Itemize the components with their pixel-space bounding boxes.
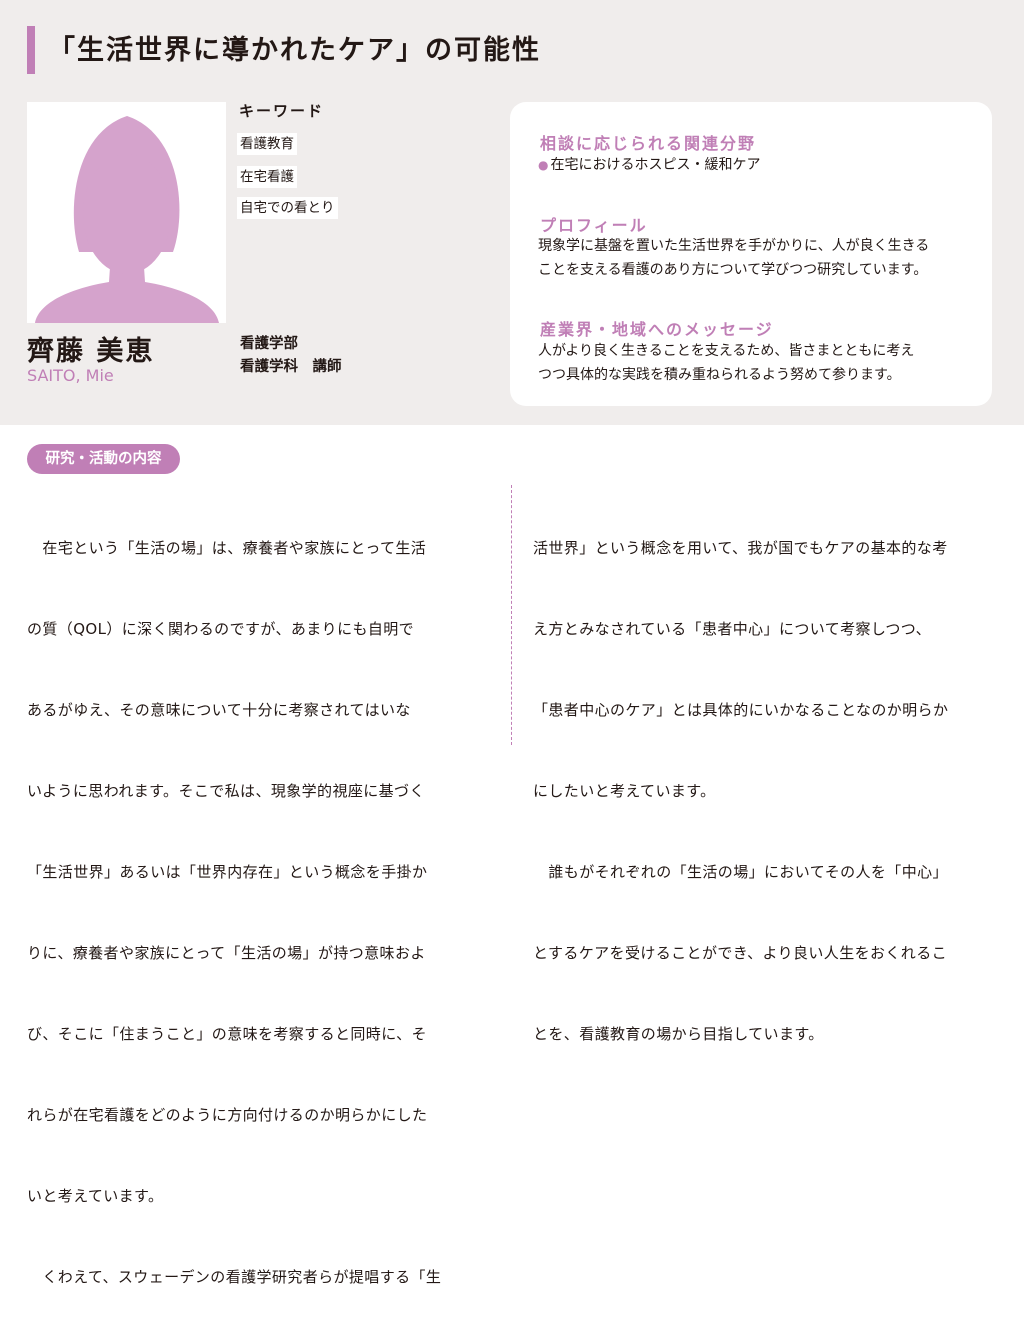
fields-item: ● 在宅におけるホスピス・緩和ケア (538, 157, 761, 173)
person-silhouette-icon (35, 116, 219, 323)
keyword-tag: 看護教育 (237, 133, 297, 155)
message-heading: 産業界・地域へのメッセージ (540, 320, 774, 339)
text-line: 活世界」という概念を用いて、我が国でもケアの基本的な考 (533, 539, 948, 557)
text-line: いように思われます。そこで私は、現象学的視座に基づく (27, 782, 425, 800)
profile-text-line: 現象学に基盤を置いた生活世界を手がかりに、人が良く生きる (538, 238, 930, 254)
research-text-right: 活世界」という概念を用いて、我が国でもケアの基本的な考 え方とみなされている「患… (533, 481, 948, 1075)
profile-text-line: ことを支える看護のあり方について学びつつ研究しています。 (538, 262, 928, 278)
faculty-label: 看護学部 (240, 336, 298, 352)
bullet-icon: ● (538, 158, 549, 172)
person-name-roman: SAITO, Mie (27, 366, 114, 385)
keyword-tag: 在宅看護 (237, 166, 297, 188)
info-card: 相談に応じられる関連分野 ● 在宅におけるホスピス・緩和ケア プロフィール 現象学… (510, 102, 992, 406)
keywords-heading: キーワード (239, 102, 325, 120)
fields-heading: 相談に応じられる関連分野 (540, 134, 757, 153)
text-line: りに、療養者や家族にとって「生活の場」が持つ意味およ (27, 944, 426, 962)
research-text-left: 在宅という「生活の場」は、療養者や家族にとって生活 の質（QOL）に深く関わるの… (27, 481, 441, 1318)
text-line: あるがゆえ、その意味について十分に考察されてはいな (27, 701, 411, 719)
department-label: 看護学科 講師 (240, 359, 342, 375)
message-text-line: 人がより良く生きることを支えるため、皆さまとともに考え (538, 343, 915, 359)
text-line: の質（QOL）に深く関わるのですが、あまりにも自明で (27, 620, 415, 638)
text-line: え方とみなされている「患者中心」について考察しつつ、 (533, 620, 932, 638)
text-line: いと考えています。 (27, 1187, 164, 1205)
keyword-tag: 自宅での看とり (237, 197, 338, 219)
person-name: 齊藤 美恵 (27, 336, 155, 367)
message-text-line: つつ具体的な実践を積み重ねられるよう努めて参ります。 (538, 367, 901, 383)
text-line: 「患者中心のケア」とは具体的にいかなることなのか明らか (533, 701, 949, 719)
text-line: れらが在宅看護をどのように方向付けるのか明らかにした (27, 1106, 428, 1124)
research-badge: 研究・活動の内容 (27, 444, 180, 474)
text-line: 在宅という「生活の場」は、療養者や家族にとって生活 (27, 539, 427, 557)
profile-heading: プロフィール (540, 216, 648, 235)
text-line: とするケアを受けることができ、より良い人生をおくれるこ (533, 944, 948, 962)
profile-photo (27, 102, 226, 323)
text-line: とを、看護教育の場から目指しています。 (533, 1025, 824, 1043)
text-line: 「生活世界」あるいは「世界内存在」という概念を手掛か (27, 863, 428, 881)
text-line: にしたいと考えています。 (533, 782, 716, 800)
text-line: くわえて、スウェーデンの看護学研究者らが提唱する「生 (27, 1268, 442, 1286)
text-line: 誰もがそれぞれの「生活の場」においてその人を「中心」 (533, 863, 948, 881)
column-divider (511, 485, 512, 745)
text-line: び、そこに「住まうこと」の意味を考察すると同時に、そ (27, 1025, 427, 1043)
page-title: 「生活世界に導かれたケア」の可能性 (48, 35, 541, 66)
title-accent-bar (27, 26, 35, 74)
